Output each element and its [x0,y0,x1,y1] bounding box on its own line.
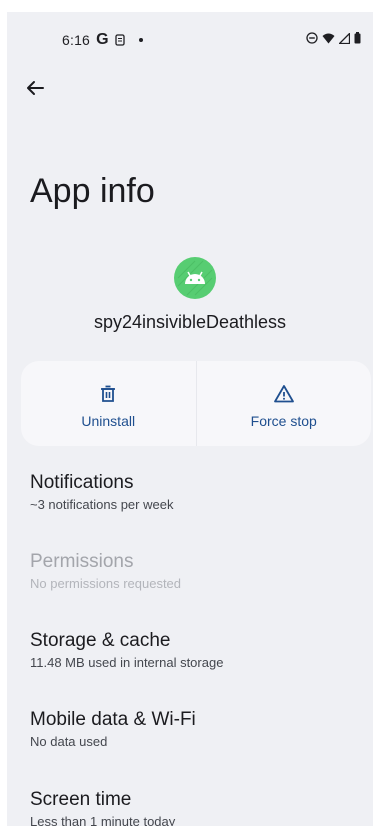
status-left: 6:16 G [62,31,145,49]
force-stop-label: Force stop [250,412,317,429]
storage-subtitle: 11.48 MB used in internal storage [30,655,224,670]
sim-icon [114,34,125,46]
wifi-icon [322,33,335,43]
warning-icon [273,384,294,402]
mobile-data-item[interactable]: Mobile data & Wi-Fi No data used [30,709,360,749]
force-stop-button[interactable]: Force stop [195,361,372,446]
screen-time-subtitle: Less than 1 minute today [30,814,176,826]
mobile-data-title: Mobile data & Wi-Fi [30,709,196,730]
arrow-back-icon [27,81,44,95]
screen-time-title: Screen time [30,789,132,810]
app-info-screen: 6:16 G App info spy24insivibleDeathless … [7,12,373,826]
page-title: App info [30,172,155,210]
screen-time-item[interactable]: Screen time Less than 1 minute today [30,789,360,826]
status-right [306,32,361,44]
android-icon [174,257,216,299]
signal-icon [339,32,350,44]
uninstall-button[interactable]: Uninstall [21,361,196,446]
trash-icon [101,385,116,402]
status-time: 6:16 [62,32,91,48]
permissions-item: Permissions No permissions requested [30,551,360,591]
dot-icon [138,38,143,42]
status-bar: 6:16 G [7,12,373,48]
storage-item[interactable]: Storage & cache 11.48 MB used in interna… [30,630,360,670]
permissions-subtitle: No permissions requested [30,576,182,591]
google-g-icon: G [96,31,109,48]
battery-icon [354,32,361,44]
uninstall-label: Uninstall [81,412,136,429]
back-button[interactable] [23,76,47,100]
notifications-subtitle: ~3 notifications per week [30,497,174,512]
action-card: Uninstall Force stop [21,361,371,446]
mobile-data-subtitle: No data used [30,734,108,749]
permissions-title: Permissions [30,551,134,572]
dnd-icon [306,32,318,44]
app-name: spy24insivibleDeathless [93,312,287,332]
notifications-item[interactable]: Notifications ~3 notifications per week [30,472,360,512]
storage-title: Storage & cache [30,630,171,651]
notifications-title: Notifications [30,472,134,493]
